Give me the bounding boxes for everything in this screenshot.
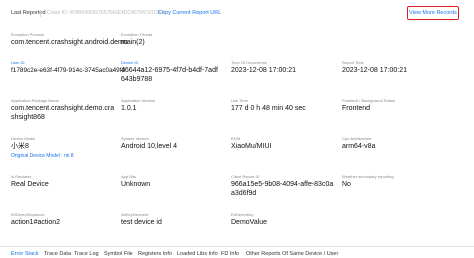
field-report-time: Report Time 2023-12-08 17:00:21	[342, 60, 457, 76]
field-value: com.tencent.crashsight.android.demo	[11, 39, 128, 46]
view-more-records-button[interactable]: View More Records	[407, 6, 459, 20]
field-app-package-name: Application Package Name com.tencent.cra…	[11, 98, 117, 122]
report-header: Last Reported Crash ID: #F8B649555765764…	[0, 0, 474, 26]
field-label: Whether secondary reporting	[342, 174, 394, 179]
field-label: Application Version	[121, 98, 156, 103]
field-user-id: User ID f1789c2e-e63f-4f79-914c-3745ac0a…	[11, 60, 126, 76]
field-value: 小米8	[11, 143, 29, 150]
field-label: Exception Process	[11, 32, 45, 37]
header-divider	[40, 10, 41, 17]
field-value: XiaoMu/MIUI	[231, 143, 272, 150]
field-value: Unknown	[121, 181, 151, 188]
field-value: com.tencent.crashsight.demo.crashsight86…	[11, 105, 115, 121]
field-label: Use Time	[231, 98, 248, 103]
field-value: DemoValue	[231, 219, 268, 226]
field-label: App Bits	[121, 174, 136, 179]
field-value: 2023-12-08 17:00:21	[231, 67, 296, 74]
field-label: Cpu Architecture	[342, 136, 372, 141]
crash-id: Crash ID: #F8B6495557657640E4DC407847101…	[47, 10, 165, 16]
field-time-of-occurrence: Time Of Occurrence 2023-12-08 17:00:21	[231, 60, 346, 76]
field-label: Report Time	[342, 60, 364, 65]
field-value: 46644a12-6975-4f7d-b4df-7adf643b9788	[121, 67, 218, 83]
tab-other-reports[interactable]: Other Reports Of Same Device / User	[246, 251, 338, 257]
field-label: Exception Thread	[121, 32, 153, 37]
field-value: f1789c2e-e63f-4f79-914c-3745ac0a49fd	[11, 67, 126, 74]
field-value: action1#action2	[11, 219, 61, 226]
field-device-model: Device Model 小米8 Original Device Model :…	[11, 136, 126, 159]
field-app-bits: App Bits Unknown	[121, 174, 236, 190]
field-use-time: Use Time 177 d 0 h 48 min 40 sec	[231, 98, 346, 114]
field-secondary-reporting: Whether secondary reporting No	[342, 174, 457, 190]
field-exception-process: Exception Process com.tencent.crashsight…	[11, 32, 128, 48]
field-label: A#KeyDeviceId	[121, 212, 149, 217]
field-value: 966a15e5-9b08-4094-affe-83c0aa3d6f9d	[231, 181, 334, 197]
field-value: 177 d 0 h 48 min 40 sec	[231, 105, 306, 112]
field-cpu-architecture: Cpu Architecture arm64-v8a	[342, 136, 457, 152]
field-label: Application Package Name	[11, 98, 60, 103]
field-system-version: System Version Android 10,level 4	[121, 136, 236, 152]
field-value: 1.0.1	[121, 105, 137, 112]
field-demo-sequence: E#DemoSequence action1#action2	[11, 212, 126, 228]
field-label[interactable]: User ID	[11, 60, 25, 65]
tab-fd-info[interactable]: FD Info	[221, 251, 239, 257]
report-tabs: Error Stack Trace Data Trace Log Symbol …	[0, 246, 474, 258]
field-label: ROM	[231, 136, 241, 141]
field-value: No	[342, 181, 351, 188]
field-label: System Version	[121, 136, 149, 141]
field-label[interactable]: Device ID	[121, 60, 138, 65]
field-value: Real Device	[11, 181, 49, 188]
field-label: E#DemoSequence	[11, 212, 45, 217]
field-key-device-id: A#KeyDeviceId test device id	[121, 212, 236, 228]
field-frontend-background-status: Frontend / Background Status Frontend	[342, 98, 457, 114]
field-value: Frontend	[342, 105, 371, 112]
field-label: Frontend / Background Status	[342, 98, 396, 103]
tab-loaded-libs-info[interactable]: Loaded Libs Info	[177, 251, 218, 257]
original-device-model: Original Device Model : mi 8	[11, 152, 74, 159]
field-value: arm64-v8a	[342, 143, 376, 150]
field-value: main(2)	[121, 39, 145, 46]
field-app-version: Application Version 1.0.1	[121, 98, 236, 114]
field-value: Android 10,level 4	[121, 143, 178, 150]
tab-error-stack[interactable]: Error Stack	[11, 251, 39, 257]
copy-report-url-link[interactable]: Copy Current Report URL	[158, 10, 221, 16]
field-label: Client Report ID	[231, 174, 260, 179]
field-is-emulator: Is Emulator Real Device	[11, 174, 126, 190]
tab-trace-log[interactable]: Trace Log	[74, 251, 99, 257]
tab-trace-data[interactable]: Trace Data	[44, 251, 71, 257]
field-device-id: Device ID 46644a12-6975-4f7d-b4df-7adf64…	[121, 60, 221, 84]
field-demo-key: E#DemoKey DemoValue	[231, 212, 346, 228]
field-label: Time Of Occurrence	[231, 60, 267, 65]
field-label: Is Emulator	[11, 174, 32, 179]
field-label: Device Model	[11, 136, 36, 141]
field-rom: ROM XiaoMu/MIUI	[231, 136, 346, 152]
field-client-report-id: Client Report ID 966a15e5-9b08-4094-affe…	[231, 174, 337, 198]
tab-registers-info[interactable]: Registers Info	[138, 251, 172, 257]
field-value: 2023-12-08 17:00:21	[342, 67, 407, 74]
field-value: test device id	[121, 219, 162, 226]
field-label: E#DemoKey	[231, 212, 254, 217]
field-exception-thread: Exception Thread main(2)	[121, 32, 236, 48]
tab-symbol-file[interactable]: Symbol File	[104, 251, 133, 257]
